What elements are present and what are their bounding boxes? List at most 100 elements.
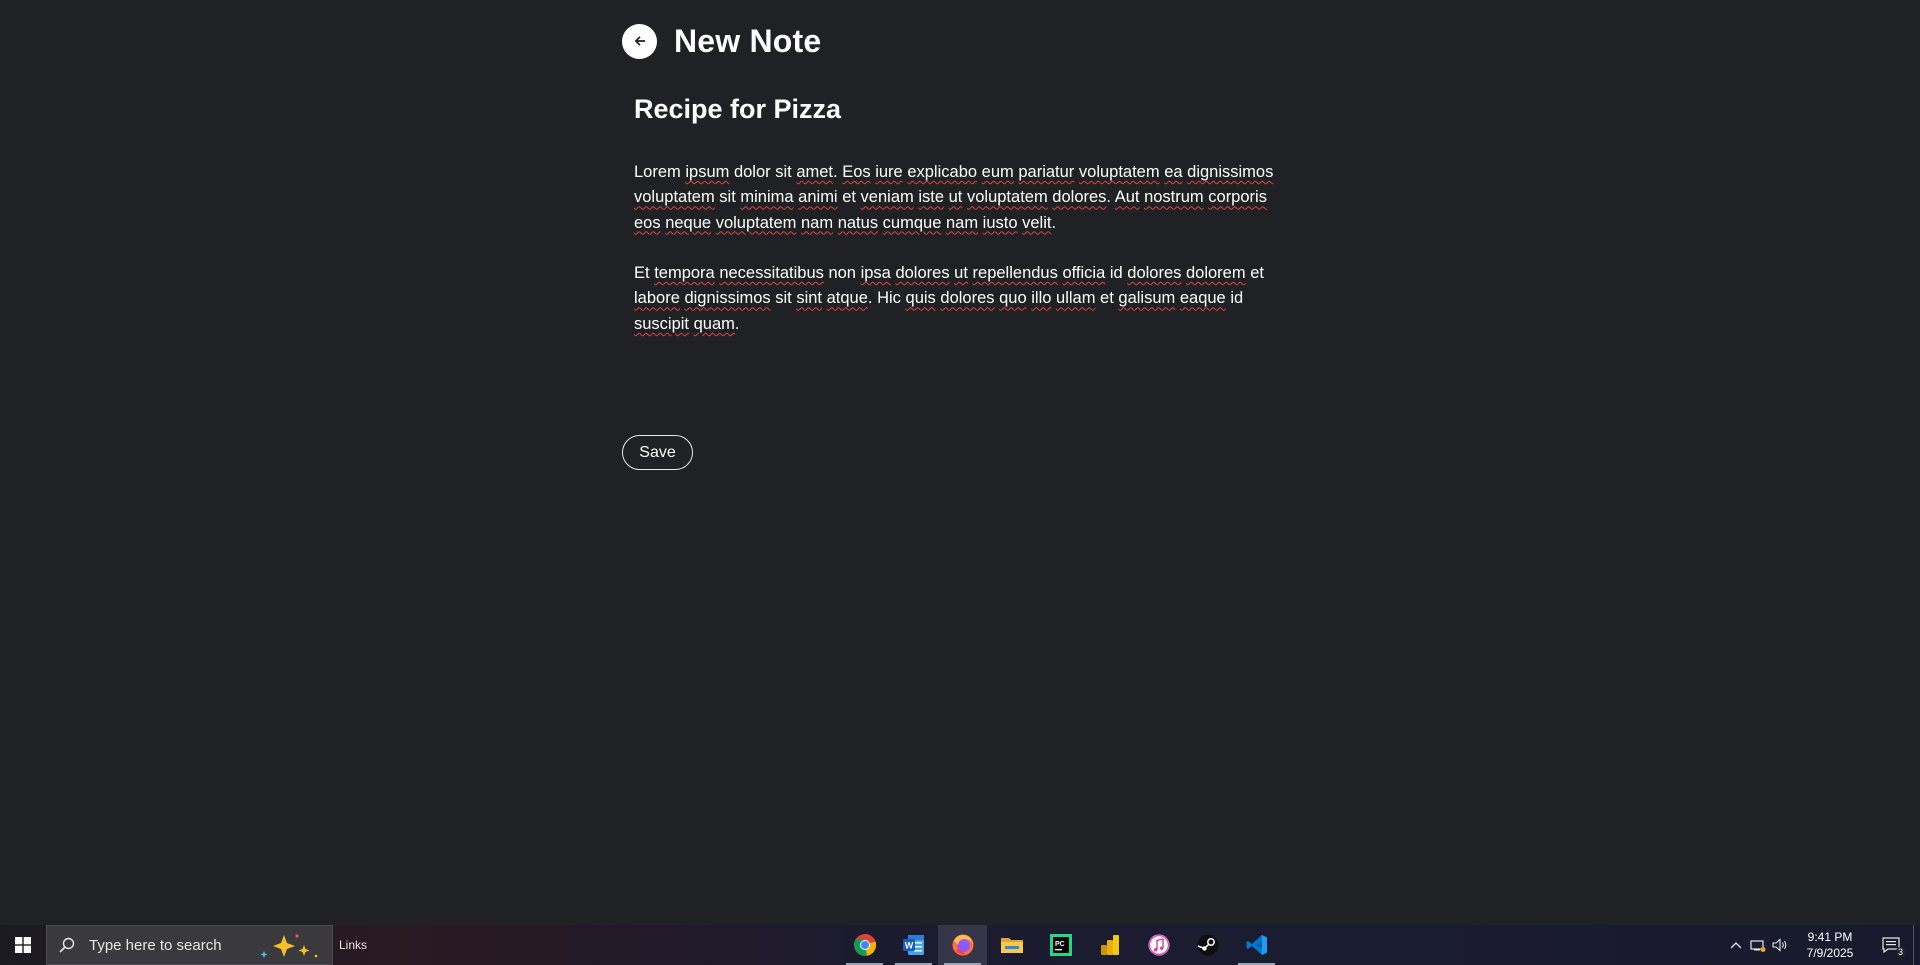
misspelled-word: officia	[1062, 264, 1106, 283]
misspelled-word: illo	[1031, 289, 1052, 308]
text-segment: id	[1105, 264, 1128, 283]
misspelled-word: veniam	[860, 188, 914, 207]
misspelled-word: neque	[665, 213, 712, 232]
svg-text:W: W	[904, 941, 913, 951]
text-segment: .	[734, 314, 740, 333]
misspelled-word: dolores	[895, 264, 950, 283]
vscode-icon	[1246, 935, 1267, 955]
text-segment: .	[1051, 213, 1057, 232]
system-tray: 9:41 PM 7/9/2025 3	[1725, 925, 1920, 965]
file-explorer-taskbar-button[interactable]	[987, 925, 1036, 965]
network-icon	[1750, 940, 1766, 952]
itunes-taskbar-button[interactable]	[1134, 925, 1183, 965]
note-body-textarea[interactable]: Lorem ipsum dolor sit amet. Eos iure exp…	[634, 160, 1294, 360]
misspelled-word: ut	[954, 264, 968, 283]
clock-time: 9:41 PM	[1807, 930, 1853, 944]
notification-count-badge: 3	[1895, 947, 1905, 958]
search-icon	[59, 937, 75, 953]
volume-tray-button[interactable]	[1769, 925, 1791, 965]
power-bi-icon	[1100, 935, 1119, 955]
misspelled-word: sint	[796, 289, 823, 308]
text-segment: sit	[714, 188, 741, 207]
page-header: New Note	[622, 22, 821, 60]
taskbar-pinned-apps: W PC	[840, 925, 1281, 965]
steam-taskbar-button[interactable]	[1183, 925, 1232, 965]
misspelled-word: suscipit	[634, 314, 690, 333]
pycharm-taskbar-button[interactable]: PC	[1036, 925, 1085, 965]
misspelled-word: galisum	[1118, 289, 1176, 308]
pycharm-icon: PC	[1049, 934, 1072, 956]
links-toolbar-label[interactable]: Links	[339, 938, 367, 952]
taskbar-clock[interactable]: 9:41 PM 7/9/2025	[1791, 929, 1869, 961]
misspelled-word: voluptatem	[1078, 163, 1160, 181]
misspelled-word: cumque	[882, 213, 942, 232]
note-paragraph: Et tempora necessitatibus non ipsa dolor…	[634, 261, 1294, 337]
clock-date: 7/9/2025	[1806, 946, 1854, 960]
misspelled-word: dolores	[940, 289, 995, 308]
misspelled-word: pariatur	[1018, 163, 1075, 181]
start-button[interactable]	[0, 925, 46, 965]
text-segment: et	[837, 188, 861, 207]
network-tray-button[interactable]	[1747, 925, 1769, 965]
show-hidden-icons-button[interactable]	[1725, 925, 1747, 965]
misspelled-word: velit	[1022, 213, 1052, 232]
text-segment: Et	[634, 264, 655, 283]
text-segment: dolor sit	[729, 163, 797, 181]
misspelled-word: nam	[945, 213, 979, 232]
text-segment: . Hic	[867, 289, 906, 308]
text-segment: .	[833, 163, 843, 181]
windows-logo-icon	[15, 937, 31, 953]
windows-taskbar: Type here to search Links W PC 9:41 PM 7…	[0, 925, 1920, 965]
misspelled-word: tempora	[654, 264, 715, 283]
text-segment: sit	[770, 289, 797, 308]
firefox-icon	[952, 934, 973, 956]
arrow-left-icon	[634, 36, 645, 46]
misspelled-word: atque	[826, 289, 868, 308]
back-button[interactable]	[622, 23, 657, 59]
text-segment: non	[823, 264, 861, 283]
misspelled-word: dignissimos	[1187, 163, 1274, 181]
page-title: New Note	[674, 22, 822, 59]
taskbar-search-input[interactable]: Type here to search	[46, 925, 333, 965]
misspelled-word: ipsum	[685, 163, 730, 181]
show-desktop-button[interactable]	[1913, 925, 1920, 965]
text-segment: et	[1095, 289, 1119, 308]
text-segment: .	[1106, 188, 1115, 207]
misspelled-word: labore	[634, 289, 680, 308]
misspelled-word: voluptatem	[715, 213, 797, 232]
word-icon: W	[902, 935, 924, 955]
chrome-taskbar-button[interactable]	[840, 925, 889, 965]
action-center-button[interactable]: 3	[1869, 925, 1913, 965]
misspelled-word: dolores	[1052, 188, 1107, 207]
misspelled-word: ut	[948, 188, 963, 207]
misspelled-word: quis	[905, 289, 936, 308]
misspelled-word: ea	[1164, 163, 1183, 181]
misspelled-word: eos	[634, 213, 661, 232]
note-paragraph: Lorem ipsum dolor sit amet. Eos iure exp…	[634, 160, 1294, 236]
chrome-icon	[853, 934, 876, 956]
word-taskbar-button[interactable]: W	[889, 925, 938, 965]
power-bi-taskbar-button[interactable]	[1085, 925, 1134, 965]
save-button[interactable]: Save	[622, 435, 693, 470]
misspelled-word: dolores	[1127, 264, 1182, 283]
chevron-up-icon	[1730, 942, 1742, 949]
misspelled-word: Aut	[1114, 188, 1140, 207]
vscode-taskbar-button[interactable]	[1232, 925, 1281, 965]
misspelled-word: ipsa	[860, 264, 891, 283]
misspelled-word: ullam	[1056, 289, 1096, 308]
misspelled-word: necessitatibus	[719, 264, 824, 283]
misspelled-word: nam	[801, 213, 834, 232]
misspelled-word: eaque	[1179, 289, 1226, 308]
file-explorer-icon	[1000, 938, 1023, 953]
note-title-input[interactable]: Recipe for Pizza	[634, 94, 1294, 125]
misspelled-word: dignissimos	[684, 289, 771, 308]
svg-text:PC: PC	[1055, 941, 1065, 948]
misspelled-word: Eos	[842, 163, 871, 181]
misspelled-word: animi	[798, 188, 838, 207]
firefox-taskbar-button[interactable]	[938, 925, 987, 965]
text-segment: id	[1225, 289, 1244, 308]
misspelled-word: corporis	[1208, 188, 1267, 207]
misspelled-word: repellendus	[972, 264, 1058, 283]
misspelled-word: quo	[999, 289, 1027, 308]
itunes-icon	[1148, 934, 1169, 956]
